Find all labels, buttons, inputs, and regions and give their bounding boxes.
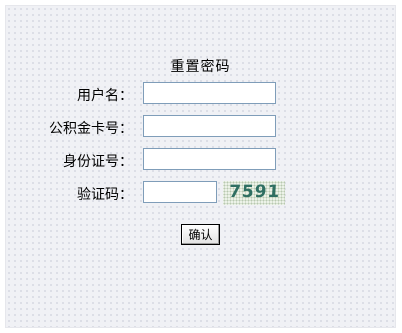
confirm-button[interactable]: 确认 — [181, 224, 220, 245]
captcha-label: 验证码： — [77, 187, 133, 203]
page-title: 重置密码 — [170, 59, 231, 75]
id-number-input[interactable] — [143, 148, 276, 170]
captcha-input[interactable] — [143, 181, 217, 203]
username-input[interactable] — [143, 82, 276, 104]
fund-card-input[interactable] — [143, 115, 276, 137]
captcha-image[interactable]: 7591 — [223, 181, 285, 205]
reset-password-panel: 重置密码 用户名： 公积金卡号： 身份证号： 验证码： 7591 确认 — [5, 5, 396, 328]
username-row: 用户名： — [6, 82, 395, 106]
captcha-row: 验证码： 7591 — [6, 181, 395, 205]
fund-card-label: 公积金卡号： — [49, 121, 133, 137]
username-label: 用户名： — [77, 88, 133, 104]
id-number-label: 身份证号： — [63, 154, 133, 170]
captcha-text: 7591 — [228, 182, 282, 202]
fund-card-row: 公积金卡号： — [6, 115, 395, 139]
id-number-row: 身份证号： — [6, 148, 395, 172]
